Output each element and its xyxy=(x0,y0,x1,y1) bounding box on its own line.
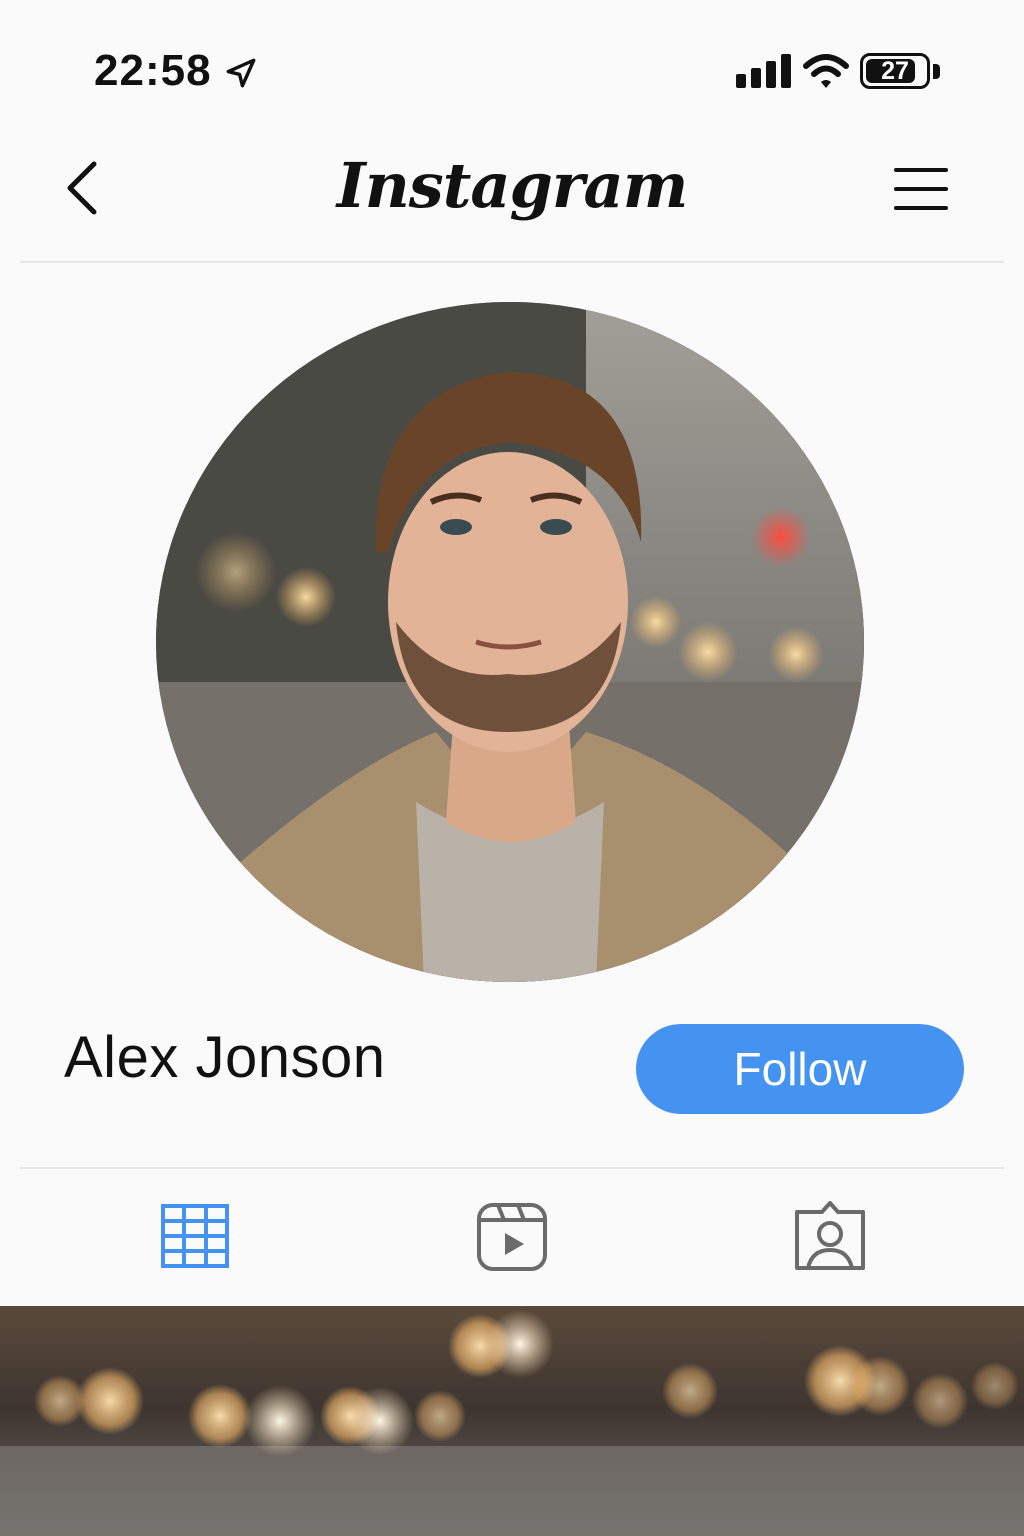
signal-icon xyxy=(736,54,791,88)
battery-percent: 27 xyxy=(881,57,909,85)
avatar-portrait-image xyxy=(156,302,864,982)
tab-tagged[interactable] xyxy=(790,1198,870,1278)
hamburger-menu-icon[interactable] xyxy=(894,166,948,212)
feed-post-image[interactable] xyxy=(0,1306,1024,1536)
battery-icon: 27 xyxy=(860,53,930,89)
profile-name: Alex Jonson xyxy=(64,1025,386,1090)
header-divider xyxy=(20,261,1004,263)
tab-reels[interactable] xyxy=(472,1198,552,1278)
app-logo-title: Instagram xyxy=(336,149,689,222)
tagged-icon xyxy=(795,1201,865,1270)
tabs-divider xyxy=(20,1167,1004,1169)
bokeh-street-image xyxy=(0,1310,1024,1536)
tab-grid[interactable] xyxy=(156,1198,236,1278)
profile-avatar[interactable] xyxy=(156,302,864,982)
follow-button[interactable]: Follow xyxy=(636,1024,964,1114)
battery-cap xyxy=(933,64,940,79)
status-bar: 22:58 27 xyxy=(0,0,1024,140)
wifi-icon xyxy=(803,54,849,88)
nav-bar: Instagram xyxy=(0,140,1024,262)
location-arrow-icon xyxy=(226,58,256,88)
reels-icon xyxy=(477,1203,547,1271)
status-time: 22:58 xyxy=(94,46,212,95)
grid-icon xyxy=(161,1204,229,1268)
